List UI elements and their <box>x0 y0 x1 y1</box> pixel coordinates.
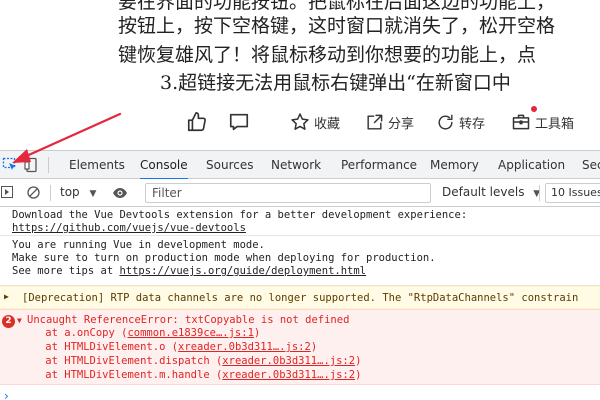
inspect-element-icon[interactable] <box>2 157 18 173</box>
console-text: Make sure to turn on production mode whe… <box>12 252 436 264</box>
console-link[interactable]: https://github.com/vuejs/vue-devtools <box>12 222 246 235</box>
stack-frame: at HTMLDivElement.o (xreader.0b3d311….js… <box>20 341 318 353</box>
warning-text: [Deprecation] RTP data channels are no l… <box>22 292 579 304</box>
stack-frame: at a.onCopy (common.e1839ce….js:1) <box>20 327 261 339</box>
expand-triangle-icon[interactable]: ▼ <box>17 316 22 325</box>
favorite-button[interactable]: 收藏 <box>290 110 340 134</box>
device-toolbar-icon[interactable] <box>24 157 40 173</box>
toolbar-divider <box>50 185 51 201</box>
tab-application[interactable]: Application <box>498 151 565 179</box>
source-link[interactable]: common.e1839ce….js:1 <box>127 327 253 339</box>
issues-count: 10 Issues: <box>551 186 600 199</box>
console-warning: ▶ [Deprecation] RTP data channels are no… <box>0 286 600 309</box>
clear-console-icon[interactable] <box>27 186 40 199</box>
console-text: See more tips at <box>12 265 120 277</box>
toolbox-label: 工具箱 <box>535 116 575 132</box>
article-content: 要在界面的功能按钮。把鼠标在后面这边的功能上， 按钮上，按下空格键，这时窗口就消… <box>0 0 600 96</box>
console-output: Download the Vue Devtools extension for … <box>0 207 600 400</box>
toolbox-icon <box>512 114 530 130</box>
thumbs-up-icon <box>187 112 206 132</box>
article-text-line: 3.超链接无法用鼠标右键弹出“在新窗口中 <box>160 72 511 94</box>
issues-button[interactable]: 10 Issues: <box>545 183 600 203</box>
share-label: 分享 <box>388 116 415 132</box>
console-toolbar: top ▼ Default levels ▼ 10 Issues: <box>0 179 600 207</box>
sidebar-toggle-icon[interactable] <box>1 186 13 198</box>
error-title: Uncaught ReferenceError: txtCopyable is … <box>27 314 350 326</box>
console-text: You are running Vue in development mode. <box>12 239 265 251</box>
tab-performance[interactable]: Performance <box>341 151 417 179</box>
source-link[interactable]: xreader.0b3d311….js:2 <box>222 369 355 381</box>
repost-label: 转存 <box>459 116 486 132</box>
share-button[interactable]: 分享 <box>365 110 414 134</box>
article-text-line: 按钮上，按下空格键，这时窗口就消失了，松开空格 <box>118 15 556 37</box>
source-link[interactable]: xreader.0b3d311….js:2 <box>222 355 355 367</box>
devtools-panel: Elements Console Sources Network Perform… <box>0 150 600 400</box>
console-text-row: See more tips at https://vuejs.org/guide… <box>12 265 366 278</box>
share-icon <box>367 114 383 130</box>
filter-input[interactable] <box>145 183 431 203</box>
article-action-bar: 收藏 分享 转存 工具箱 <box>0 96 600 150</box>
console-message: Download the Vue Devtools extension for … <box>0 207 600 236</box>
console-link[interactable]: https://vuejs.org/guide/deployment.html <box>119 265 366 277</box>
console-message: You are running Vue in development mode.… <box>0 236 600 286</box>
toolbox-button[interactable]: 工具箱 <box>511 110 574 134</box>
toolbar-divider <box>539 185 540 201</box>
notification-dot <box>531 106 537 112</box>
log-levels-value: Default levels <box>442 185 525 199</box>
tab-network[interactable]: Network <box>271 151 321 179</box>
context-selector[interactable]: top ▼ <box>60 185 96 199</box>
comment-button[interactable] <box>228 110 250 134</box>
tab-console[interactable]: Console <box>140 151 188 180</box>
like-button[interactable] <box>186 110 208 134</box>
stack-frame: at HTMLDivElement.m.handle (xreader.0b3d… <box>20 369 362 381</box>
toolbar-divider <box>48 157 49 173</box>
star-icon <box>291 113 309 130</box>
comment-icon <box>229 113 249 131</box>
repost-icon <box>438 114 453 130</box>
console-error: 2 ▼ Uncaught ReferenceError: txtCopyable… <box>0 309 600 385</box>
favorite-label: 收藏 <box>314 116 341 132</box>
error-count-badge: 2 <box>2 315 15 328</box>
repost-button[interactable]: 转存 <box>436 110 485 134</box>
devtools-tab-bar: Elements Console Sources Network Perform… <box>0 151 600 180</box>
context-value: top <box>60 185 80 199</box>
console-text: Download the Vue Devtools extension for … <box>12 209 468 221</box>
eye-icon[interactable] <box>112 187 128 199</box>
tab-security[interactable]: Sec <box>582 151 600 179</box>
console-prompt-icon[interactable]: › <box>4 389 9 400</box>
tab-memory[interactable]: Memory <box>430 151 479 179</box>
tab-sources[interactable]: Sources <box>206 151 253 179</box>
log-levels-dropdown[interactable]: Default levels ▼ <box>442 185 540 199</box>
tab-elements[interactable]: Elements <box>69 151 125 179</box>
caret-down-icon: ▼ <box>89 189 97 199</box>
stack-frame: at HTMLDivElement.dispatch (xreader.0b3d… <box>20 355 362 367</box>
expand-triangle-icon[interactable]: ▶ <box>4 292 9 301</box>
source-link[interactable]: xreader.0b3d311….js:2 <box>178 341 311 353</box>
article-text-line: 键恢复雄风了！将鼠标移动到你想要的功能上，点 <box>118 44 537 66</box>
